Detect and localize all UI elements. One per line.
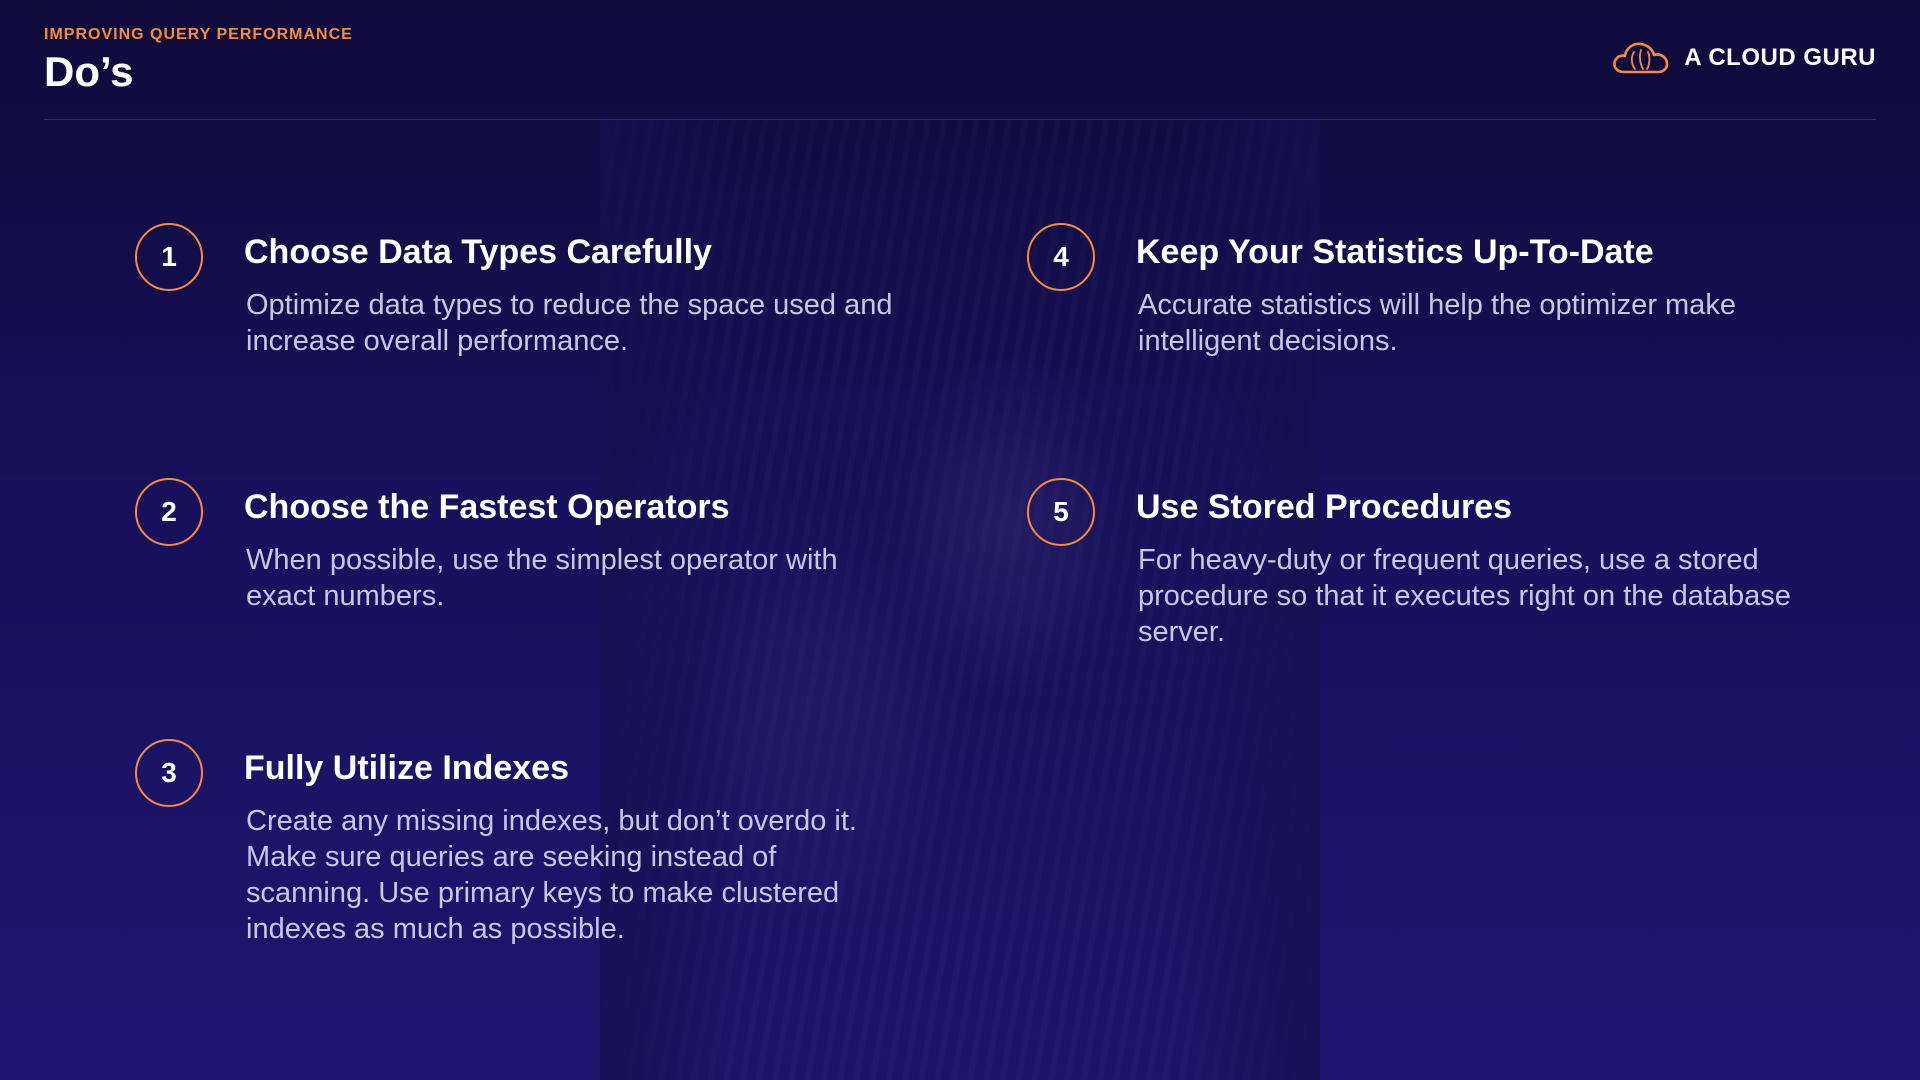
slide-header: IMPROVING QUERY PERFORMANCE Do’s [44, 26, 353, 94]
item-description: Accurate statistics will help the optimi… [1138, 289, 1736, 357]
item-title: Choose Data Types Carefully [244, 233, 712, 271]
header-divider [44, 119, 1876, 120]
item-title: Choose the Fastest Operators [244, 488, 730, 526]
number-badge: 1 [135, 223, 203, 291]
item-title: Fully Utilize Indexes [244, 749, 569, 787]
brand-logo-group: A CLOUD GURU [1610, 38, 1876, 78]
number-badge: 4 [1027, 223, 1095, 291]
item-title: Use Stored Procedures [1136, 488, 1513, 526]
item-description: Create any missing indexes, but don’t ov… [246, 805, 857, 945]
page-title: Do’s [44, 48, 134, 95]
section-eyebrow: IMPROVING QUERY PERFORMANCE [44, 26, 353, 43]
item-description: Optimize data types to reduce the space … [246, 289, 893, 357]
number-badge: 5 [1027, 478, 1095, 546]
item-title: Keep Your Statistics Up-To-Date [1136, 233, 1654, 271]
cloud-icon [1610, 38, 1672, 78]
brand-name: A CLOUD GURU [1684, 44, 1876, 71]
item-description: For heavy-duty or frequent queries, use … [1138, 544, 1791, 648]
number-badge: 3 [135, 739, 203, 807]
item-description: When possible, use the simplest operator… [246, 544, 838, 612]
number-badge: 2 [135, 478, 203, 546]
